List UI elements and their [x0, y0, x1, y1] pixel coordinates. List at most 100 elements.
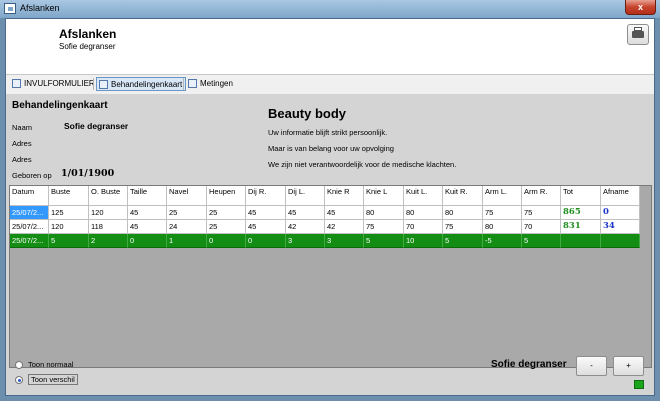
table-cell[interactable]: 45: [246, 220, 286, 234]
main-window: Afslanken Sofie degranser INVULFORMULIER…: [5, 18, 655, 396]
difference-row[interactable]: 25/07/2... 5 2 0 1 0 0 3 3 5 10 5 -5 5: [10, 234, 640, 248]
column-header[interactable]: Taille: [128, 186, 167, 206]
table-cell[interactable]: 5: [522, 234, 561, 248]
column-header[interactable]: O. Buste: [89, 186, 128, 206]
table-cell[interactable]: 70: [522, 220, 561, 234]
column-header[interactable]: Buste: [49, 186, 89, 206]
column-header[interactable]: Datum: [10, 186, 49, 206]
card-icon: [99, 80, 108, 89]
table-cell[interactable]: 25: [167, 206, 207, 220]
table-cell[interactable]: 0: [128, 234, 167, 248]
next-button[interactable]: +: [613, 356, 644, 376]
previous-button[interactable]: -: [576, 356, 607, 376]
table-cell[interactable]: 45: [325, 206, 364, 220]
table-cell[interactable]: 25/07/2...: [10, 206, 49, 220]
table-cell[interactable]: 80: [364, 206, 404, 220]
form-icon: [12, 79, 21, 88]
table-cell[interactable]: 25/07/2...: [10, 220, 49, 234]
table-cell[interactable]: 42: [325, 220, 364, 234]
section-title: Behandelingenkaart: [12, 100, 108, 111]
column-header[interactable]: Navel: [167, 186, 207, 206]
column-header[interactable]: Arm R.: [522, 186, 561, 206]
table-cell[interactable]: 80: [443, 206, 483, 220]
afname-cell[interactable]: [601, 234, 640, 248]
table-cell[interactable]: 75: [483, 206, 522, 220]
value-geboren-op: 1/01/1900: [61, 168, 115, 179]
column-header[interactable]: Tot: [561, 186, 601, 206]
tab-metingen[interactable]: Metingen: [186, 77, 236, 91]
table-cell[interactable]: 25: [207, 220, 246, 234]
print-button[interactable]: [627, 24, 649, 45]
measure-icon: [188, 79, 197, 88]
page-title: Afslanken: [59, 27, 117, 41]
toolbar-separator: [183, 78, 184, 90]
table-cell[interactable]: 24: [167, 220, 207, 234]
column-header[interactable]: Knie R: [325, 186, 364, 206]
value-naam: Sofie degranser: [64, 121, 129, 131]
app-icon: [4, 3, 16, 14]
table-cell[interactable]: 42: [286, 220, 325, 234]
measurements-grid[interactable]: Datum Buste O. Buste Taille Navel Heupen…: [9, 185, 652, 368]
table-cell[interactable]: 45: [286, 206, 325, 220]
column-header[interactable]: Afname: [601, 186, 640, 206]
label-adres-1: Adres: [12, 139, 32, 148]
table-cell[interactable]: 5: [49, 234, 89, 248]
table-cell[interactable]: 10: [404, 234, 443, 248]
table-cell[interactable]: 25: [207, 206, 246, 220]
table-cell[interactable]: 25/07/2...: [10, 234, 49, 248]
table-cell[interactable]: 75: [364, 220, 404, 234]
radio-toon-normaal[interactable]: Toon normaal: [15, 360, 73, 370]
close-button[interactable]: x: [625, 0, 656, 15]
column-header[interactable]: Heupen: [207, 186, 246, 206]
total-cell[interactable]: 831: [561, 220, 601, 234]
table-cell[interactable]: 3: [325, 234, 364, 248]
table-cell[interactable]: 45: [128, 206, 167, 220]
table-cell[interactable]: 120: [89, 206, 128, 220]
column-header[interactable]: Kuit R.: [443, 186, 483, 206]
column-header[interactable]: Dij L.: [286, 186, 325, 206]
table-cell[interactable]: 45: [128, 220, 167, 234]
client-name-footer: Sofie degranser: [491, 359, 567, 370]
radio-label: Toon verschil: [28, 374, 78, 385]
column-header[interactable]: Arm L.: [483, 186, 522, 206]
table-cell[interactable]: 0: [246, 234, 286, 248]
table-cell[interactable]: 120: [49, 220, 89, 234]
toolbar-separator: [93, 78, 94, 90]
window-titlebar: Afslanken x: [0, 0, 660, 18]
tab-behandelingenkaart[interactable]: Behandelingenkaart: [96, 77, 187, 91]
afname-cell[interactable]: 0: [601, 206, 640, 220]
tab-invulformulier[interactable]: INVULFORMULIER: [10, 77, 98, 91]
toolbar: INVULFORMULIER Behandelingenkaart Meting…: [6, 74, 654, 95]
column-header[interactable]: Dij R.: [246, 186, 286, 206]
radio-circle: [15, 361, 23, 369]
label-adres-2: Adres: [12, 155, 32, 164]
table-cell[interactable]: 3: [286, 234, 325, 248]
total-cell[interactable]: 865: [561, 206, 601, 220]
table-cell[interactable]: 0: [207, 234, 246, 248]
page-subtitle: Sofie degranser: [59, 42, 116, 51]
table-cell[interactable]: 80: [404, 206, 443, 220]
radio-toon-verschil[interactable]: Toon verschil: [15, 374, 78, 385]
table-cell[interactable]: 5: [443, 234, 483, 248]
column-header[interactable]: Kuit L.: [404, 186, 443, 206]
table-cell[interactable]: 75: [443, 220, 483, 234]
beauty-line-1: Uw informatie blijft strikt persoonlijk.: [268, 128, 388, 137]
total-cell[interactable]: [561, 234, 601, 248]
table-cell[interactable]: 80: [483, 220, 522, 234]
afname-cell[interactable]: 34: [601, 220, 640, 234]
table-cell[interactable]: 118: [89, 220, 128, 234]
column-header[interactable]: Knie L: [364, 186, 404, 206]
table-cell[interactable]: 75: [522, 206, 561, 220]
table-cell[interactable]: 45: [246, 206, 286, 220]
table-cell[interactable]: 70: [404, 220, 443, 234]
table-cell[interactable]: 5: [364, 234, 404, 248]
table-cell[interactable]: 1: [167, 234, 207, 248]
tab-label: INVULFORMULIER: [24, 79, 95, 88]
label-naam: Naam: [12, 123, 33, 132]
tab-label: Metingen: [200, 79, 233, 88]
table-cell[interactable]: 125: [49, 206, 89, 220]
status-indicator: [634, 380, 644, 389]
table-cell[interactable]: 2: [89, 234, 128, 248]
header: Afslanken Sofie degranser: [6, 19, 654, 74]
table-cell[interactable]: -5: [483, 234, 522, 248]
